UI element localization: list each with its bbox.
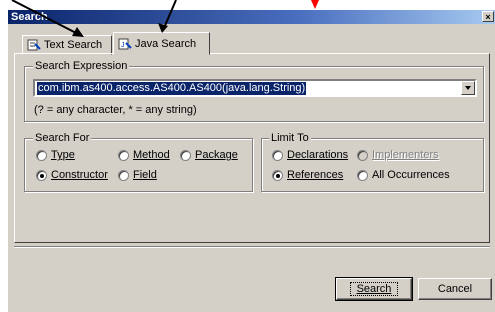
limit-to-group bbox=[261, 138, 484, 192]
radio-declarations[interactable]: Declarations bbox=[272, 149, 348, 161]
radio-circle-disabled bbox=[357, 149, 368, 161]
radio-label: Method bbox=[133, 149, 170, 161]
radio-circle-selected[interactable] bbox=[272, 169, 283, 181]
radio-references[interactable]: References bbox=[272, 169, 343, 181]
radio-label: Implementers bbox=[372, 149, 439, 161]
radio-field[interactable]: Field bbox=[118, 169, 157, 181]
radio-package[interactable]: Package bbox=[180, 149, 238, 161]
radio-circle[interactable] bbox=[118, 169, 129, 181]
cancel-button-label: Cancel bbox=[437, 283, 473, 295]
search-expression-hint: (? = any character, * = any string) bbox=[34, 104, 197, 116]
radio-implementers: Implementers bbox=[357, 149, 439, 161]
radio-label: References bbox=[287, 169, 344, 181]
radio-type[interactable]: Type bbox=[36, 149, 75, 161]
radio-label: Type bbox=[51, 149, 75, 161]
radio-circle-selected[interactable] bbox=[36, 169, 47, 181]
radio-constructor[interactable]: Constructor bbox=[36, 169, 108, 181]
search-expression-legend: Search Expression bbox=[33, 60, 130, 72]
search-button-label: Search bbox=[349, 282, 399, 296]
radio-method[interactable]: Method bbox=[118, 149, 170, 161]
chevron-down-icon bbox=[465, 86, 471, 90]
radio-label: Constructor bbox=[51, 169, 108, 181]
search-button[interactable]: Search bbox=[335, 277, 413, 301]
radio-label: All Occurrences bbox=[372, 169, 450, 181]
search-expression-combo[interactable]: com.ibm.as400.access.AS400.AS400(java.la… bbox=[33, 79, 477, 97]
radio-circle[interactable] bbox=[272, 149, 283, 161]
radio-all-occurrences[interactable]: All Occurrences bbox=[357, 169, 450, 181]
radio-circle[interactable] bbox=[118, 149, 129, 161]
dropdown-button[interactable] bbox=[461, 81, 475, 95]
radio-label: Declarations bbox=[287, 149, 349, 161]
radio-label: Package bbox=[195, 149, 238, 161]
annotation-arrows bbox=[11, 0, 319, 37]
cancel-button[interactable]: Cancel bbox=[418, 278, 492, 300]
limit-to-legend: Limit To bbox=[269, 132, 311, 144]
search-for-group bbox=[24, 138, 253, 192]
radio-circle[interactable] bbox=[180, 149, 191, 161]
radio-circle[interactable] bbox=[36, 149, 47, 161]
search-expression-value[interactable]: com.ibm.as400.access.AS400.AS400(java.la… bbox=[37, 82, 307, 95]
search-for-legend: Search For bbox=[33, 132, 92, 144]
divider bbox=[14, 246, 490, 248]
radio-circle[interactable] bbox=[357, 169, 368, 181]
radio-label: Field bbox=[133, 169, 157, 181]
